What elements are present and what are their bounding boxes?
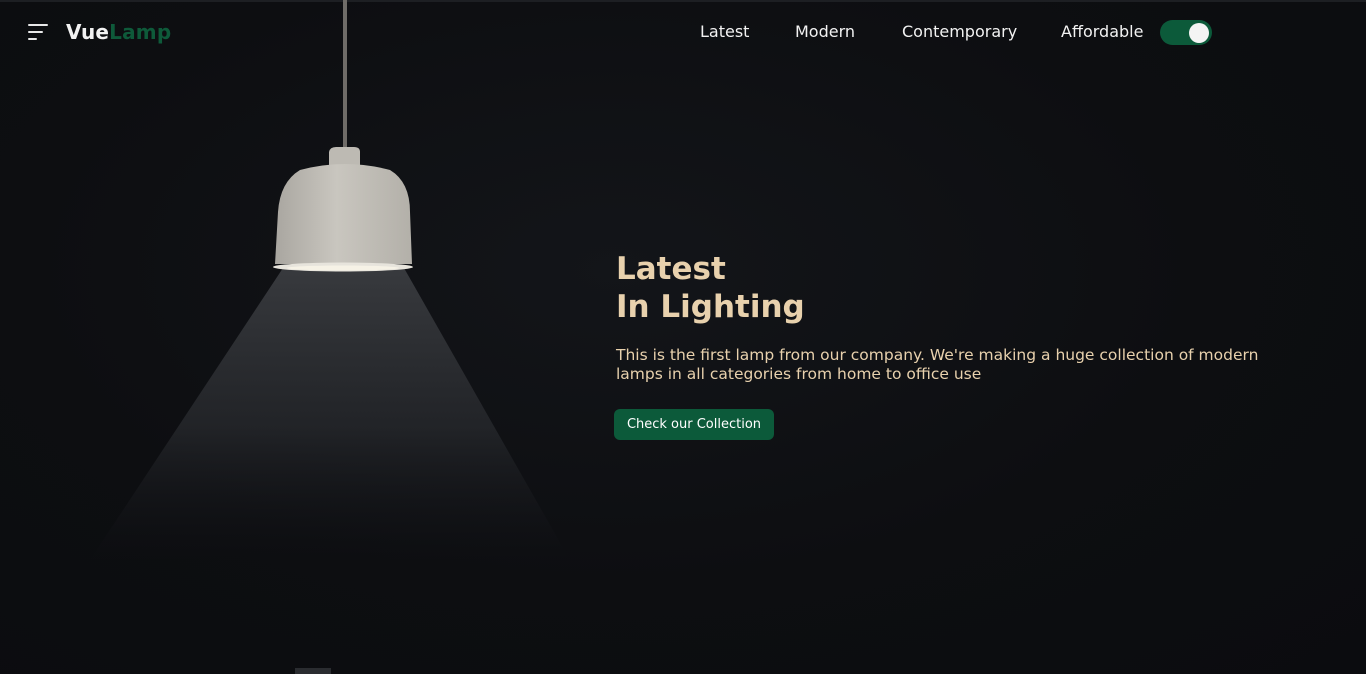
lamp-illustration (90, 0, 570, 560)
lamp-bulb-glow (287, 265, 399, 271)
lamp-cord (343, 0, 347, 150)
hero-title: Latest In Lighting (616, 250, 805, 326)
hero-title-line2: In Lighting (616, 289, 805, 325)
light-beam (90, 268, 570, 560)
page: VueLamp Latest Modern Contemporary Affor… (0, 0, 1366, 674)
check-collection-button[interactable]: Check our Collection (614, 409, 774, 440)
hero-title-line1: Latest (616, 251, 726, 287)
scroll-indicator (295, 668, 331, 674)
hero-description: This is the first lamp from our company.… (616, 346, 1259, 383)
lamp-shade (275, 164, 412, 264)
